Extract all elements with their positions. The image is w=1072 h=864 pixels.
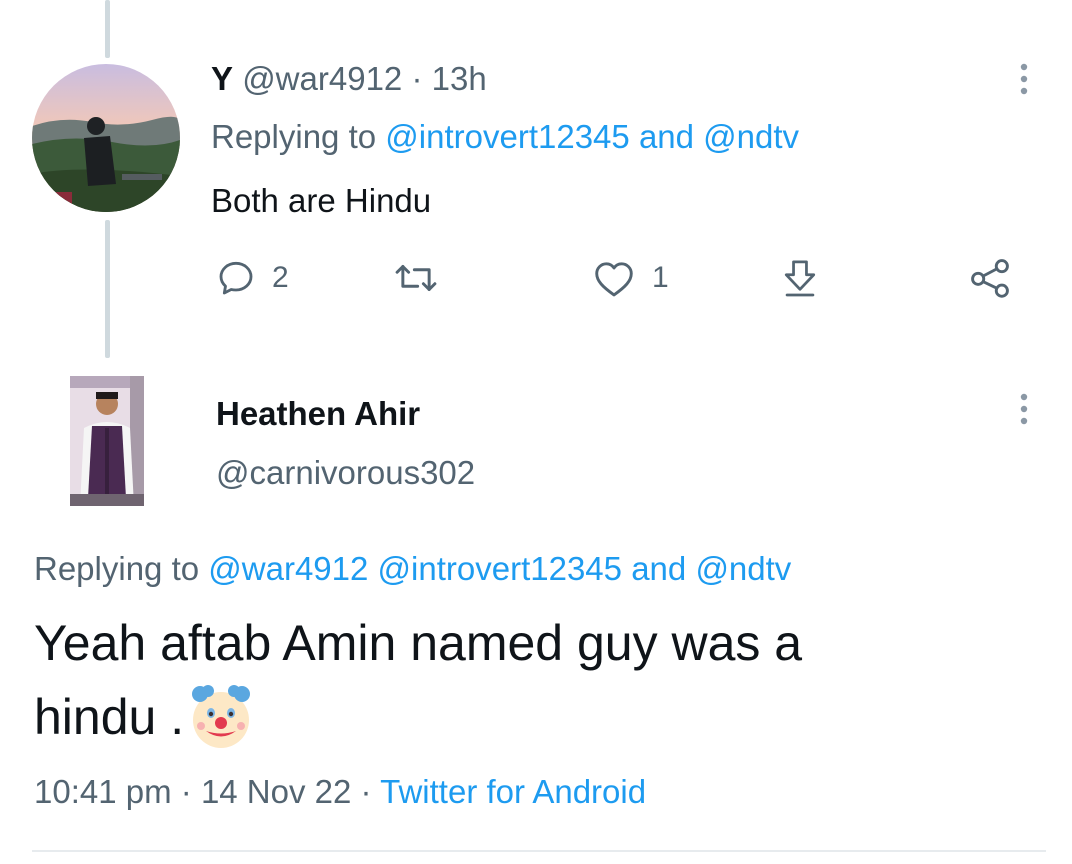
main-replying-to: Replying to @war4912 @introvert12345 and… [34, 549, 791, 589]
mention-link[interactable]: @ndtv [695, 550, 791, 587]
mention-link[interactable]: @introvert12345 [378, 550, 622, 587]
tweet-text-line-2: hindu . [34, 689, 185, 745]
avatar-image [32, 64, 180, 212]
divider [32, 850, 1046, 852]
replying-conj: and [631, 550, 687, 587]
thread-line-bottom [105, 220, 110, 358]
mention-link[interactable]: @ndtv [703, 118, 799, 155]
mention-link[interactable]: @introvert12345 [385, 118, 629, 155]
retweet-icon [395, 265, 437, 291]
source-link[interactable]: Twitter for Android [380, 773, 646, 810]
download-button[interactable] [780, 256, 820, 300]
reply-button[interactable]: 2 [216, 256, 289, 300]
parent-header: Y @war4912 · 13h [211, 59, 487, 99]
parent-tweet-text: Both are Hindu [211, 182, 432, 219]
replying-prefix: Replying to [34, 550, 200, 587]
parent-replying-to: Replying to @introvert12345 and @ndtv [211, 117, 799, 157]
replying-prefix: Replying to [211, 118, 377, 155]
parent-display-name[interactable]: Y [211, 60, 233, 97]
tweet-text-line: hindu . [34, 680, 1034, 754]
main-display-name[interactable]: Heathen Ahir [216, 394, 420, 434]
retweet-button[interactable] [393, 256, 439, 300]
mention-link[interactable]: @war4912 [208, 550, 368, 587]
main-tweet-text: Yeah aftab Amin named guy was a hindu . [34, 606, 1034, 754]
main-timestamp: 10:41 pm · 14 Nov 22 · Twitter for Andro… [34, 772, 646, 812]
download-icon [784, 260, 816, 297]
main-handle[interactable]: @carnivorous302 [216, 453, 475, 493]
more-icon[interactable] [1018, 392, 1030, 431]
like-count: 1 [652, 261, 669, 294]
timestamp-date[interactable]: 14 Nov 22 [201, 773, 351, 810]
avatar-image [70, 376, 144, 506]
timestamp-time[interactable]: 10:41 pm [34, 773, 172, 810]
parent-separator: · [411, 60, 423, 97]
parent-handle[interactable]: @war4912 [242, 60, 402, 97]
reply-icon [219, 261, 253, 295]
share-button[interactable] [968, 256, 1012, 300]
more-icon[interactable] [1018, 62, 1030, 101]
like-button[interactable]: 1 [592, 256, 669, 300]
share-icon [971, 259, 1009, 298]
avatar[interactable] [32, 64, 180, 212]
parent-time[interactable]: 13h [432, 60, 487, 97]
thread-line-top [105, 0, 110, 58]
main-avatar[interactable] [70, 376, 144, 506]
timestamp-separator: · [360, 773, 372, 810]
replying-conj: and [638, 118, 694, 155]
clown-emoji [186, 682, 256, 752]
like-icon [595, 262, 633, 297]
timestamp-separator: · [180, 773, 192, 810]
reply-count: 2 [272, 261, 289, 294]
tweet-text-line: Yeah aftab Amin named guy was a [34, 615, 803, 671]
